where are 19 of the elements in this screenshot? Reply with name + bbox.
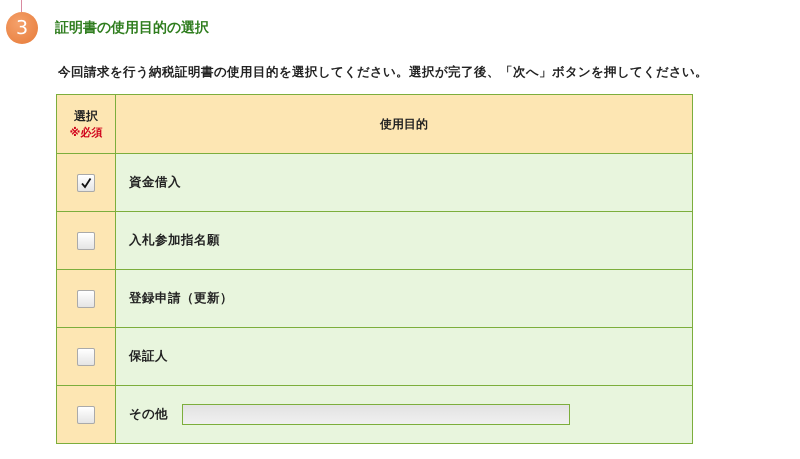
column-header: 使用目的 [116,94,692,154]
checkbox[interactable] [77,348,95,366]
checkmark-icon [80,177,92,190]
checkbox[interactable] [77,232,95,250]
option-label: 資金借入 [129,174,181,191]
option-label: その他 [129,406,168,423]
instructions-text: 今回請求を行う納税証明書の使用目的を選択してください。選択が完了後、「次へ」ボタンを押してください。 [58,64,709,81]
section-title: 証明書の使用目的の選択 [55,19,209,37]
step-number-badge: 3 [6,12,38,44]
option-label: 入札参加指名願 [129,232,220,249]
option-label: 保証人 [129,348,168,365]
checkbox[interactable] [77,406,95,424]
column-header: 選択 [74,109,98,123]
option-label: 登録申請（更新） [129,290,233,307]
step-connector [21,0,22,12]
checkbox[interactable] [77,174,95,192]
input-field[interactable] [182,404,570,425]
checkbox[interactable] [77,290,95,308]
required-note: ※必須 [70,126,102,139]
